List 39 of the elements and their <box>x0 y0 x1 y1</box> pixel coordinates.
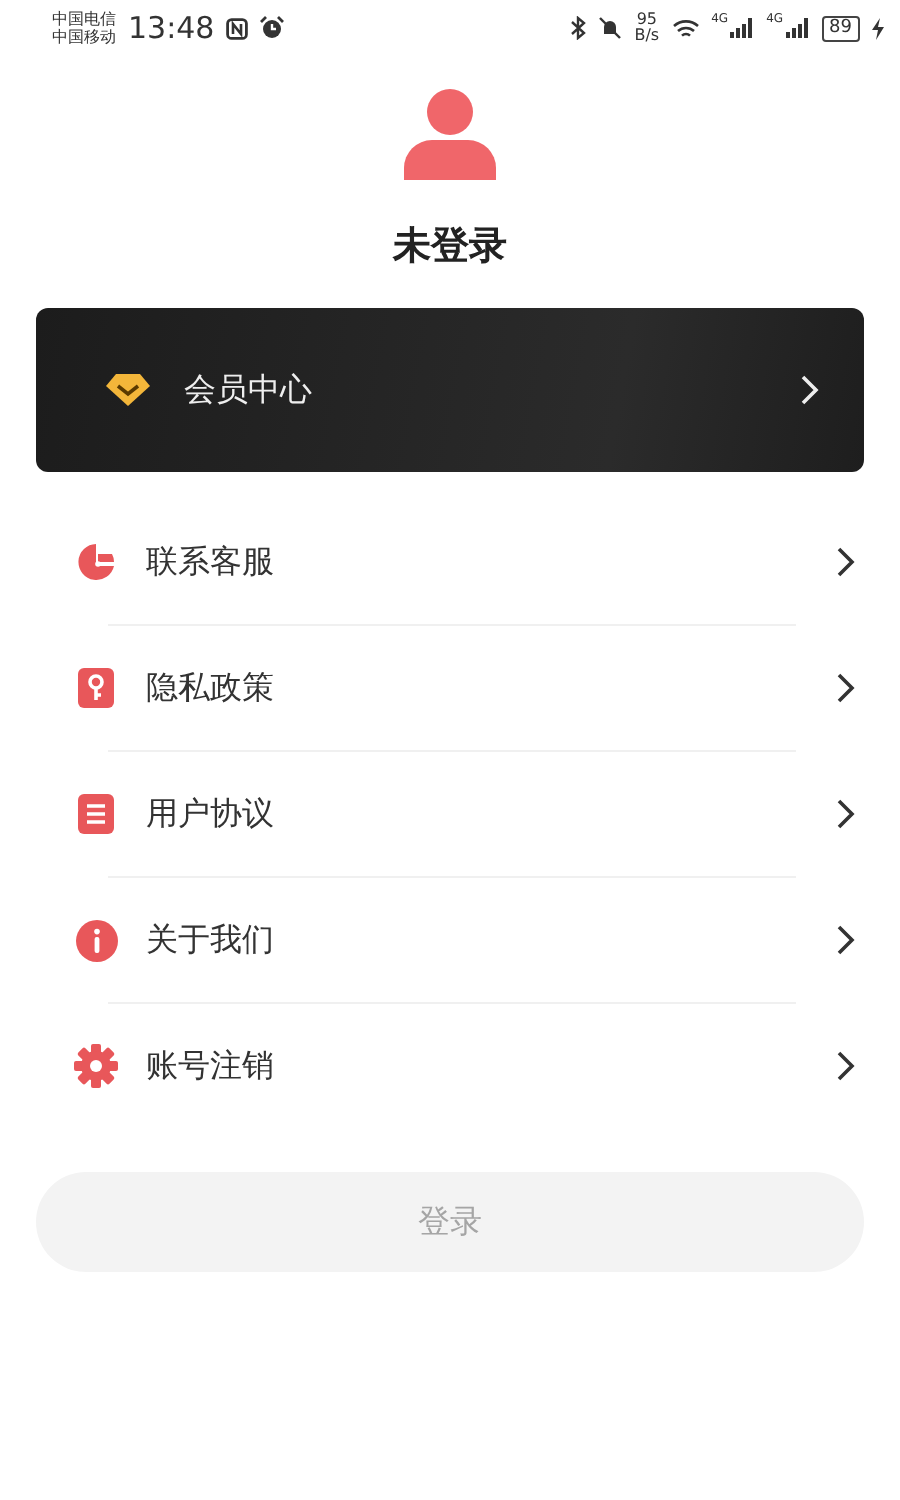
chevron-icon <box>836 798 856 830</box>
charging-icon <box>872 17 884 39</box>
info-icon <box>75 919 117 961</box>
document-icon <box>78 794 114 834</box>
avatar-icon <box>404 88 496 180</box>
menu-item[interactable]: 关于我们 <box>0 878 900 1002</box>
chevron-icon <box>836 546 856 578</box>
gear-icon <box>74 1044 118 1088</box>
menu-label: 用户协议 <box>146 793 276 835</box>
speed-unit: B/s <box>634 28 660 44</box>
menu-item[interactable]: 隐私政策 <box>0 626 900 750</box>
carrier-name: 中国电信 <box>52 10 116 28</box>
muted-bell-icon <box>598 16 623 40</box>
battery-level: 89 <box>821 15 860 41</box>
diamond-icon <box>106 374 150 406</box>
nfc-icon <box>226 17 249 39</box>
menu-label: 联系客服 <box>146 541 276 583</box>
speed-value: 95 <box>636 12 658 28</box>
menu-item[interactable]: 账号注销 <box>0 1004 900 1128</box>
chevron-icon <box>836 1050 856 1082</box>
menu-item[interactable]: 联系客服 <box>0 500 900 624</box>
chevron-icon <box>800 374 820 406</box>
signal-icon <box>785 18 810 38</box>
menu-item[interactable]: 用户协议 <box>0 752 900 876</box>
alarm-icon <box>260 16 285 40</box>
key-icon <box>78 668 114 708</box>
chevron-icon <box>836 924 856 956</box>
menu-label: 账号注销 <box>146 1045 276 1087</box>
login-status: 未登录 <box>393 222 507 272</box>
menu-label: 关于我们 <box>146 919 276 961</box>
clock-time: 13:48 <box>128 10 215 46</box>
menu-label: 隐私政策 <box>146 667 276 709</box>
bluetooth-icon <box>570 16 587 40</box>
membership-card[interactable]: 会员中心 <box>36 308 864 472</box>
signal-icon <box>730 18 755 38</box>
chevron-icon <box>836 672 856 704</box>
carrier-name: 中国移动 <box>52 28 116 46</box>
wifi-icon <box>671 17 700 39</box>
membership-label: 会员中心 <box>184 369 314 411</box>
